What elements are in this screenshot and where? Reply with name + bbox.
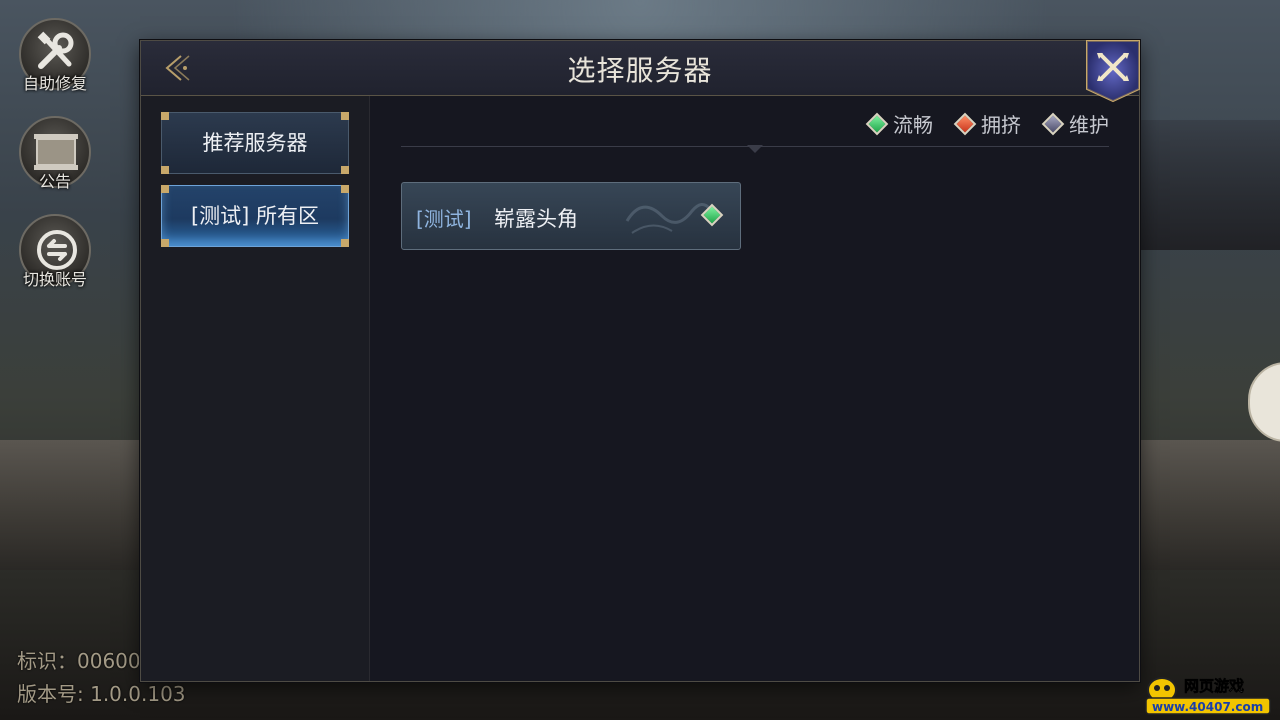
legend-label: 拥挤 bbox=[981, 113, 1021, 137]
watermark-line2: www.40407.com bbox=[1152, 700, 1263, 714]
divider-arrow-icon bbox=[747, 145, 763, 153]
tab-recommended-label: 推荐服务器 bbox=[202, 131, 308, 155]
tab-all-servers[interactable]: [测试] 所有区 bbox=[161, 185, 349, 247]
watermark-logo: 网页游戏 www.40407.com bbox=[1145, 677, 1271, 715]
cloud-pattern-icon bbox=[625, 203, 712, 234]
legend-label: 流畅 bbox=[893, 113, 933, 137]
gem-gray-icon bbox=[1041, 112, 1065, 135]
tab-corner bbox=[341, 239, 349, 247]
watermark-line1: 网页游戏 bbox=[1184, 677, 1244, 695]
identifier-text: 标识：00600 bbox=[17, 649, 141, 673]
tab-corner bbox=[341, 185, 349, 193]
switch-account-button[interactable]: 切换账号 bbox=[16, 214, 94, 289]
server-entry[interactable]: [测试] 崭露头角 bbox=[401, 182, 741, 250]
gem-green-icon bbox=[865, 112, 889, 135]
tab-all-label: [测试] 所有区 bbox=[190, 204, 320, 228]
self-repair-label: 自助修复 bbox=[22, 74, 87, 93]
gem-red-icon bbox=[953, 112, 977, 135]
legend-label: 维护 bbox=[1069, 113, 1109, 137]
legend-item-crowded: 拥挤 bbox=[953, 109, 1021, 138]
background-wall-left bbox=[0, 440, 145, 570]
tab-corner bbox=[161, 239, 169, 247]
tab-corner bbox=[161, 185, 169, 193]
legend-item-smooth: 流畅 bbox=[865, 109, 933, 138]
background-wall-right bbox=[1130, 440, 1280, 570]
server-category-panel: 推荐服务器 [测试] 所有区 bbox=[141, 96, 370, 681]
close-button[interactable] bbox=[1085, 39, 1141, 103]
tab-corner bbox=[161, 166, 169, 174]
background-hill bbox=[1135, 120, 1280, 250]
server-select-dialog: 选择服务器 推荐服务器 [测试] 所有区 流畅 拥挤 维护 [测试] 崭露头角 bbox=[140, 40, 1140, 682]
self-repair-button[interactable]: 自助修复 bbox=[16, 18, 94, 93]
side-float-button[interactable] bbox=[1248, 362, 1280, 442]
tab-corner bbox=[341, 112, 349, 120]
tab-recommended-servers[interactable]: 推荐服务器 bbox=[161, 112, 349, 174]
announcement-label: 公告 bbox=[38, 172, 71, 191]
tools-icon bbox=[37, 31, 74, 69]
legend-item-maintenance: 维护 bbox=[1041, 109, 1109, 138]
server-tag: [测试] bbox=[416, 207, 472, 231]
board-icon bbox=[34, 134, 78, 170]
status-legend: 流畅 拥挤 维护 bbox=[865, 109, 1109, 138]
server-name: 崭露头角 bbox=[494, 207, 578, 231]
dialog-title: 选择服务器 bbox=[567, 54, 713, 87]
announcement-button[interactable]: 公告 bbox=[16, 116, 94, 191]
dialog-titlebar: 选择服务器 bbox=[141, 41, 1139, 96]
tab-corner bbox=[161, 112, 169, 120]
tab-corner bbox=[341, 166, 349, 174]
switch-account-label: 切换账号 bbox=[22, 270, 87, 289]
version-text: 版本号: 1.0.0.103 bbox=[17, 682, 186, 706]
